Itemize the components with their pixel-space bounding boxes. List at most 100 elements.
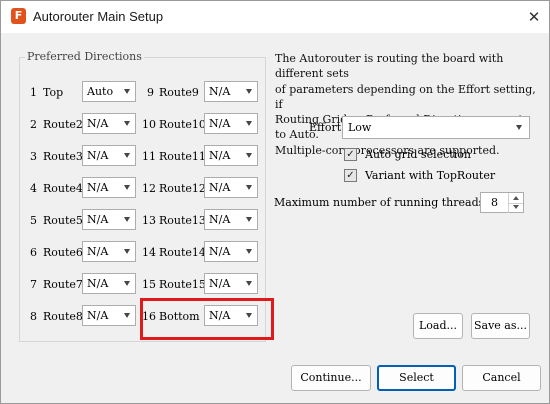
row-label-route11: Route11 [159, 150, 206, 163]
chevron-down-icon [246, 89, 252, 94]
row-label-route3: Route3 [43, 150, 83, 163]
row-num-12: 12 [142, 182, 156, 195]
direction-select-route15[interactable]: N/A [204, 273, 258, 294]
row-num-7: 7 [30, 278, 37, 291]
row-label-route8: Route8 [43, 310, 83, 323]
row-label-route15: Route15 [159, 278, 206, 291]
direction-select-route9[interactable]: N/A [204, 81, 258, 102]
select-value: N/A [87, 181, 109, 194]
select-value: Low [348, 121, 372, 134]
select-value: N/A [209, 277, 231, 290]
variant-toprouter-checkbox[interactable]: ✓ [344, 169, 357, 182]
row-num-6: 6 [30, 246, 37, 259]
cancel-button[interactable]: Cancel [462, 365, 541, 391]
direction-select-route7[interactable]: N/A [82, 273, 136, 294]
select-value: N/A [87, 309, 109, 322]
threads-spinbox[interactable]: 8 [480, 192, 524, 213]
row-label-route13: Route13 [159, 214, 206, 227]
chevron-down-icon [124, 153, 130, 158]
select-value: N/A [209, 213, 231, 226]
row-num-15: 15 [142, 278, 156, 291]
direction-select-route12[interactable]: N/A [204, 177, 258, 198]
row-num-2: 2 [30, 118, 37, 131]
direction-select-route3[interactable]: N/A [82, 145, 136, 166]
title-bar: F Autorouter Main Setup ✕ [1, 1, 549, 33]
chevron-down-icon [124, 217, 130, 222]
description-line: of parameters depending on the Effort se… [275, 82, 536, 111]
save-as-button[interactable]: Save as... [471, 313, 530, 339]
load-button[interactable]: Load... [413, 313, 463, 339]
spin-value: 8 [491, 196, 498, 209]
select-value: N/A [87, 245, 109, 258]
direction-select-route5[interactable]: N/A [82, 209, 136, 230]
chevron-down-icon [124, 121, 130, 126]
select-value: Auto [87, 85, 114, 98]
window-title: Autorouter Main Setup [33, 9, 164, 24]
row-num-10: 10 [142, 118, 156, 131]
chevron-down-icon [246, 153, 252, 158]
row-num-4: 4 [30, 182, 37, 195]
variant-toprouter-label: Variant with TopRouter [365, 169, 496, 182]
auto-grid-checkbox[interactable]: ✓ [344, 148, 357, 161]
checkmark-icon: ✓ [346, 170, 355, 181]
direction-select-route8[interactable]: N/A [82, 305, 136, 326]
direction-select-route4[interactable]: N/A [82, 177, 136, 198]
auto-grid-label: Auto grid selection [365, 148, 471, 161]
chevron-down-icon [246, 281, 252, 286]
chevron-down-icon [124, 281, 130, 286]
chevron-down-icon [124, 249, 130, 254]
app-logo-icon: F [11, 8, 26, 24]
row-label-route5: Route5 [43, 214, 83, 227]
row-label-route6: Route6 [43, 246, 83, 259]
row-label-route14: Route14 [159, 246, 206, 259]
select-value: N/A [87, 117, 109, 130]
row-label-route12: Route12 [159, 182, 206, 195]
checkmark-icon: ✓ [346, 149, 355, 160]
direction-select-route11[interactable]: N/A [204, 145, 258, 166]
threads-label: Maximum number of running threads [274, 196, 485, 209]
group-title: Preferred Directions [25, 50, 144, 63]
description-line: The Autorouter is routing the board with… [275, 52, 504, 81]
chevron-down-icon [246, 217, 252, 222]
row-num-1: 1 [30, 86, 37, 99]
select-value: N/A [209, 149, 231, 162]
direction-select-route6[interactable]: N/A [82, 241, 136, 262]
row-num-14: 14 [142, 246, 156, 259]
chevron-down-icon [246, 249, 252, 254]
select-value: N/A [87, 277, 109, 290]
row-num-3: 3 [30, 150, 37, 163]
chevron-down-icon [124, 89, 130, 94]
chevron-down-icon [246, 185, 252, 190]
row-num-8: 8 [30, 310, 37, 323]
select-button[interactable]: Select [377, 365, 456, 391]
row-label-route10: Route10 [159, 118, 206, 131]
spin-down-icon[interactable] [508, 203, 523, 213]
effort-label: Effort [309, 121, 342, 134]
select-value: N/A [209, 85, 231, 98]
select-value: N/A [209, 117, 231, 130]
row-label-route9: Route9 [159, 86, 199, 99]
effort-select[interactable]: Low [342, 116, 530, 139]
row-label-top: Top [43, 86, 64, 99]
row-num-11: 11 [142, 150, 156, 163]
direction-select-route13[interactable]: N/A [204, 209, 258, 230]
select-value: N/A [87, 149, 109, 162]
row-num-13: 13 [142, 214, 156, 227]
chevron-down-icon [516, 125, 522, 130]
close-icon[interactable]: ✕ [523, 6, 545, 28]
select-value: N/A [209, 181, 231, 194]
direction-select-route2[interactable]: N/A [82, 113, 136, 134]
direction-select-route10[interactable]: N/A [204, 113, 258, 134]
direction-select-top[interactable]: Auto [82, 81, 136, 102]
row-label-route2: Route2 [43, 118, 83, 131]
row-num-9: 9 [147, 86, 154, 99]
chevron-down-icon [124, 313, 130, 318]
chevron-down-icon [246, 121, 252, 126]
highlight-box [140, 298, 274, 340]
direction-select-route14[interactable]: N/A [204, 241, 258, 262]
row-label-route7: Route7 [43, 278, 83, 291]
row-num-5: 5 [30, 214, 37, 227]
select-value: N/A [209, 245, 231, 258]
continue-button[interactable]: Continue... [291, 365, 371, 391]
row-label-route4: Route4 [43, 182, 83, 195]
